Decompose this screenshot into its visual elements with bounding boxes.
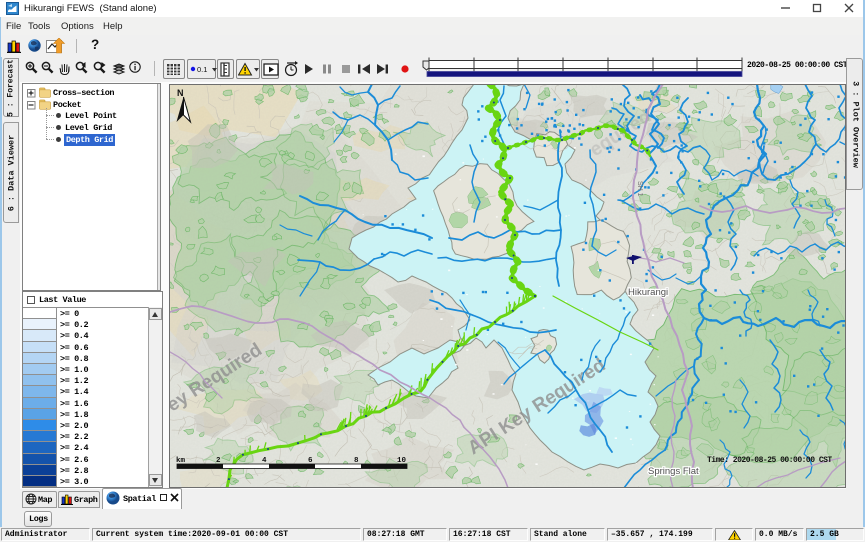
svg-text:SH 1: SH 1	[636, 181, 643, 197]
svg-text:0.1: 0.1	[197, 65, 207, 74]
svg-text:Springs Flat: Springs Flat	[648, 466, 699, 477]
svg-text:Time: 2020-08-25 00:00:00 CST: Time: 2020-08-25 00:00:00 CST	[707, 456, 832, 465]
svg-text:N: N	[177, 88, 184, 98]
svg-text:Hikurangi: Hikurangi	[628, 287, 668, 298]
